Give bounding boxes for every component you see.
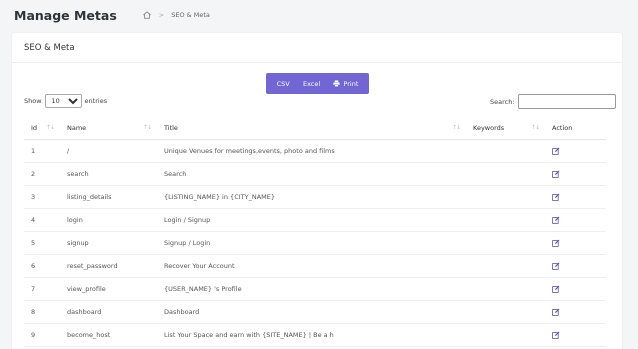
cell-id: 9 [24, 323, 60, 347]
column-header-title[interactable]: Title ↑↓ [157, 117, 466, 140]
entries-label: entries [84, 97, 108, 105]
table-row: 3 listing_details {LISTING_NAME} in {CITY_… [24, 185, 606, 209]
edit-icon[interactable] [552, 193, 560, 201]
cell-keywords [466, 254, 545, 278]
column-header-name[interactable]: Name ↑↓ [60, 117, 157, 140]
column-header-keywords[interactable]: Keywords ↑↓ [466, 117, 545, 140]
print-button[interactable]: Print [333, 80, 358, 88]
table-row: 7 view_profile {USER_NAME} 's Profile [24, 277, 606, 301]
cell-action [545, 185, 606, 209]
cell-action [545, 208, 606, 232]
cell-action [545, 231, 606, 255]
page-title: Manage Metas [14, 7, 117, 23]
cell-title: Dashboard [157, 300, 466, 324]
meta-table: Id ↑↓ Name ↑↓ Title ↑↓ Keywords ↑↓ Action 1/… [24, 117, 606, 347]
cell-keywords [466, 323, 545, 347]
cell-name: login [60, 208, 157, 232]
cell-keywords [466, 208, 545, 232]
table-row: 9 become_host List Your Space and earn wit… [24, 323, 606, 347]
cell-name: search [60, 162, 157, 186]
column-header-id[interactable]: Id ↑↓ [24, 117, 60, 140]
cell-id: 2 [24, 162, 60, 186]
cell-id: 6 [24, 254, 60, 278]
cell-name: view_profile [60, 277, 157, 301]
cell-title: {LISTING_NAME} in {CITY_NAME} [157, 185, 466, 209]
cell-id: 7 [24, 277, 60, 301]
cell-keywords [466, 185, 545, 209]
home-icon[interactable] [142, 10, 152, 20]
sort-icon: ↑↓ [451, 124, 461, 131]
excel-button[interactable]: Excel [303, 80, 320, 88]
cell-name: listing_details [60, 185, 157, 209]
cell-title: Login / Signup [157, 208, 466, 232]
cell-title: {USER_NAME} 's Profile [157, 277, 466, 301]
edit-icon[interactable] [552, 308, 560, 316]
cell-keywords [466, 139, 545, 163]
table-row: 4 login Login / Signup [24, 208, 606, 232]
print-icon [333, 80, 340, 87]
cell-name: become_host [60, 323, 157, 347]
table-row: 6 reset_password Recover Your Account [24, 254, 606, 278]
cell-action [545, 300, 606, 324]
cell-id: 5 [24, 231, 60, 255]
cell-action [545, 277, 606, 301]
cell-name: / [60, 139, 157, 163]
cell-name: signup [60, 231, 157, 255]
breadcrumb-current: SEO & Meta [171, 11, 210, 19]
table-row: 2 search Search [24, 162, 606, 186]
table-header-row: Id ↑↓ Name ↑↓ Title ↑↓ Keywords ↑↓ Action [24, 117, 606, 140]
cell-title: Unique Venues for meetings,events, photo… [157, 139, 466, 163]
edit-icon[interactable] [552, 170, 560, 178]
table-body: 1/Unique Venues for meetings,events, pho… [24, 139, 606, 347]
cell-keywords [466, 162, 545, 186]
entries-select[interactable]: 10 [44, 94, 82, 108]
top-bar: Manage Metas > SEO & Meta [0, 0, 638, 30]
card-title: SEO & Meta [12, 33, 622, 63]
cell-action [545, 139, 606, 163]
cell-name: dashboard [60, 300, 157, 324]
search-input[interactable] [517, 94, 616, 109]
cell-title: Search [157, 162, 466, 186]
sort-icon: ↑↓ [45, 124, 55, 131]
search-label: Search: [490, 97, 515, 106]
sort-icon: ↑↓ [142, 124, 152, 131]
cell-title: List Your Space and earn with {SITE_NAME… [157, 323, 466, 347]
cell-action [545, 162, 606, 186]
sort-icon: ↑↓ [530, 124, 540, 131]
cell-id: 8 [24, 300, 60, 324]
print-label: Print [343, 79, 359, 88]
cell-id: 3 [24, 185, 60, 209]
edit-icon[interactable] [552, 262, 560, 270]
cell-keywords [466, 277, 545, 301]
table-row: 1/Unique Venues for meetings,events, pho… [24, 139, 606, 163]
cell-id: 1 [24, 139, 60, 163]
entries-length-control: Show 10 entries [24, 94, 107, 108]
cell-action [545, 254, 606, 278]
breadcrumb-separator: > [158, 11, 165, 19]
cell-keywords [466, 300, 545, 324]
show-label: Show [24, 97, 42, 105]
edit-icon[interactable] [552, 285, 560, 293]
cell-id: 4 [24, 208, 60, 232]
breadcrumb: > SEO & Meta [142, 10, 210, 20]
edit-icon[interactable] [552, 147, 560, 155]
edit-icon[interactable] [552, 331, 560, 339]
edit-icon[interactable] [552, 239, 560, 247]
export-button-group: CSV Excel Print [266, 73, 369, 94]
column-header-action: Action [545, 117, 606, 140]
cell-keywords [466, 231, 545, 255]
cell-name: reset_password [60, 254, 157, 278]
cell-action [545, 323, 606, 347]
csv-button[interactable]: CSV [277, 80, 290, 88]
search-control: Search: [490, 94, 616, 109]
seo-meta-card: SEO & Meta CSV Excel Print Show 10 entri… [12, 33, 622, 349]
table-row: 8 dashboard Dashboard [24, 300, 606, 324]
cell-title: Signup / Login [157, 231, 466, 255]
cell-title: Recover Your Account [157, 254, 466, 278]
edit-icon[interactable] [552, 216, 560, 224]
table-row: 5 signup Signup / Login [24, 231, 606, 255]
